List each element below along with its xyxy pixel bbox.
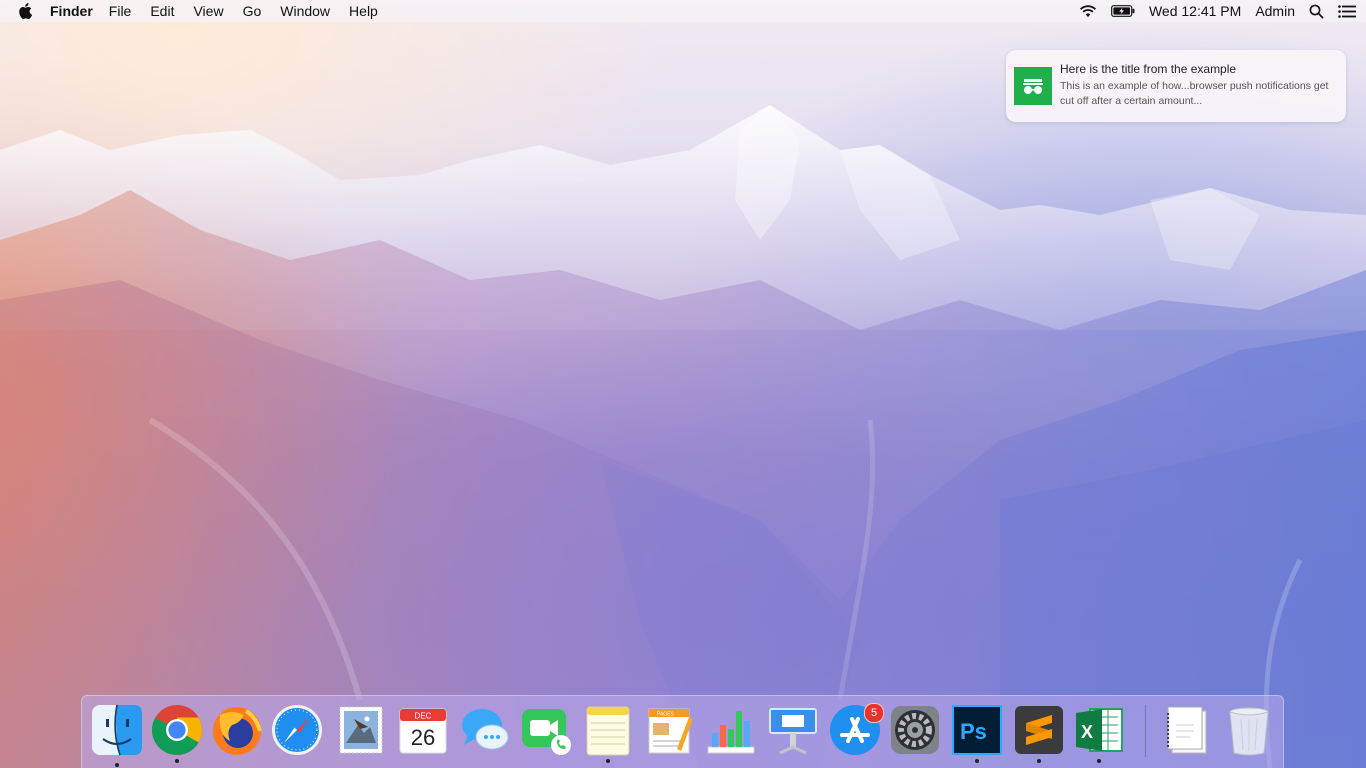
notification-body: This is an example of how...browser push… (1060, 80, 1329, 107)
menu-view[interactable]: View (193, 0, 223, 22)
menu-go[interactable]: Go (243, 0, 262, 22)
running-indicator (175, 759, 179, 763)
pages-icon[interactable]: PAGES (643, 703, 697, 757)
mail-icon[interactable] (334, 703, 388, 757)
battery-icon[interactable] (1111, 5, 1135, 17)
menu-help[interactable]: Help (349, 0, 378, 22)
apple-icon[interactable] (18, 3, 33, 19)
clock[interactable]: Wed 12:41 PM (1149, 0, 1241, 22)
messages-icon[interactable] (458, 703, 512, 757)
wifi-icon[interactable] (1079, 4, 1097, 18)
safari-icon[interactable] (270, 703, 324, 757)
pages-label: PAGES (657, 712, 675, 718)
running-indicator (606, 759, 610, 763)
finder-icon[interactable] (90, 703, 144, 757)
calendar-day: 26 (411, 725, 435, 750)
svg-text:X: X (1081, 722, 1093, 742)
app-store-icon[interactable]: 5 (828, 703, 884, 757)
running-indicator (115, 763, 119, 767)
menu-file[interactable]: File (109, 0, 132, 22)
firefox-icon[interactable] (210, 703, 264, 757)
menu-edit[interactable]: Edit (150, 0, 174, 22)
menu-app-name[interactable]: Finder (50, 0, 93, 22)
document-icon[interactable] (1160, 703, 1214, 757)
svg-text:Ps: Ps (960, 719, 987, 744)
notification-title: Here is the title from the example (1060, 62, 1237, 76)
system-preferences-icon[interactable] (888, 703, 942, 757)
running-indicator (975, 759, 979, 763)
running-indicator (1037, 759, 1041, 763)
sublime-text-icon[interactable] (1012, 703, 1066, 763)
dock: DEC 26 PAGES 5 Ps X (81, 695, 1284, 768)
menu-bar: Finder File Edit View Go Window Help Wed… (0, 0, 1366, 22)
excel-icon[interactable]: X (1072, 703, 1126, 763)
notification-list-icon[interactable] (1338, 4, 1356, 18)
app-store-badge: 5 (864, 703, 884, 723)
numbers-icon[interactable] (704, 703, 758, 757)
trash-icon[interactable] (1222, 703, 1276, 757)
facetime-icon[interactable] (519, 703, 573, 757)
calendar-icon[interactable]: DEC 26 (396, 703, 450, 757)
keynote-icon[interactable] (766, 703, 820, 757)
search-icon[interactable] (1309, 4, 1324, 19)
photoshop-icon[interactable]: Ps (950, 703, 1004, 763)
menu-window[interactable]: Window (280, 0, 330, 22)
push-notification[interactable]: Here is the title from the example This … (1006, 50, 1346, 122)
notes-icon[interactable] (581, 703, 635, 763)
user-name[interactable]: Admin (1255, 0, 1295, 22)
running-indicator (1097, 759, 1101, 763)
dock-separator (1145, 705, 1146, 757)
chrome-icon[interactable] (150, 703, 204, 763)
notification-app-icon (1014, 67, 1052, 105)
calendar-month: DEC (415, 712, 432, 721)
